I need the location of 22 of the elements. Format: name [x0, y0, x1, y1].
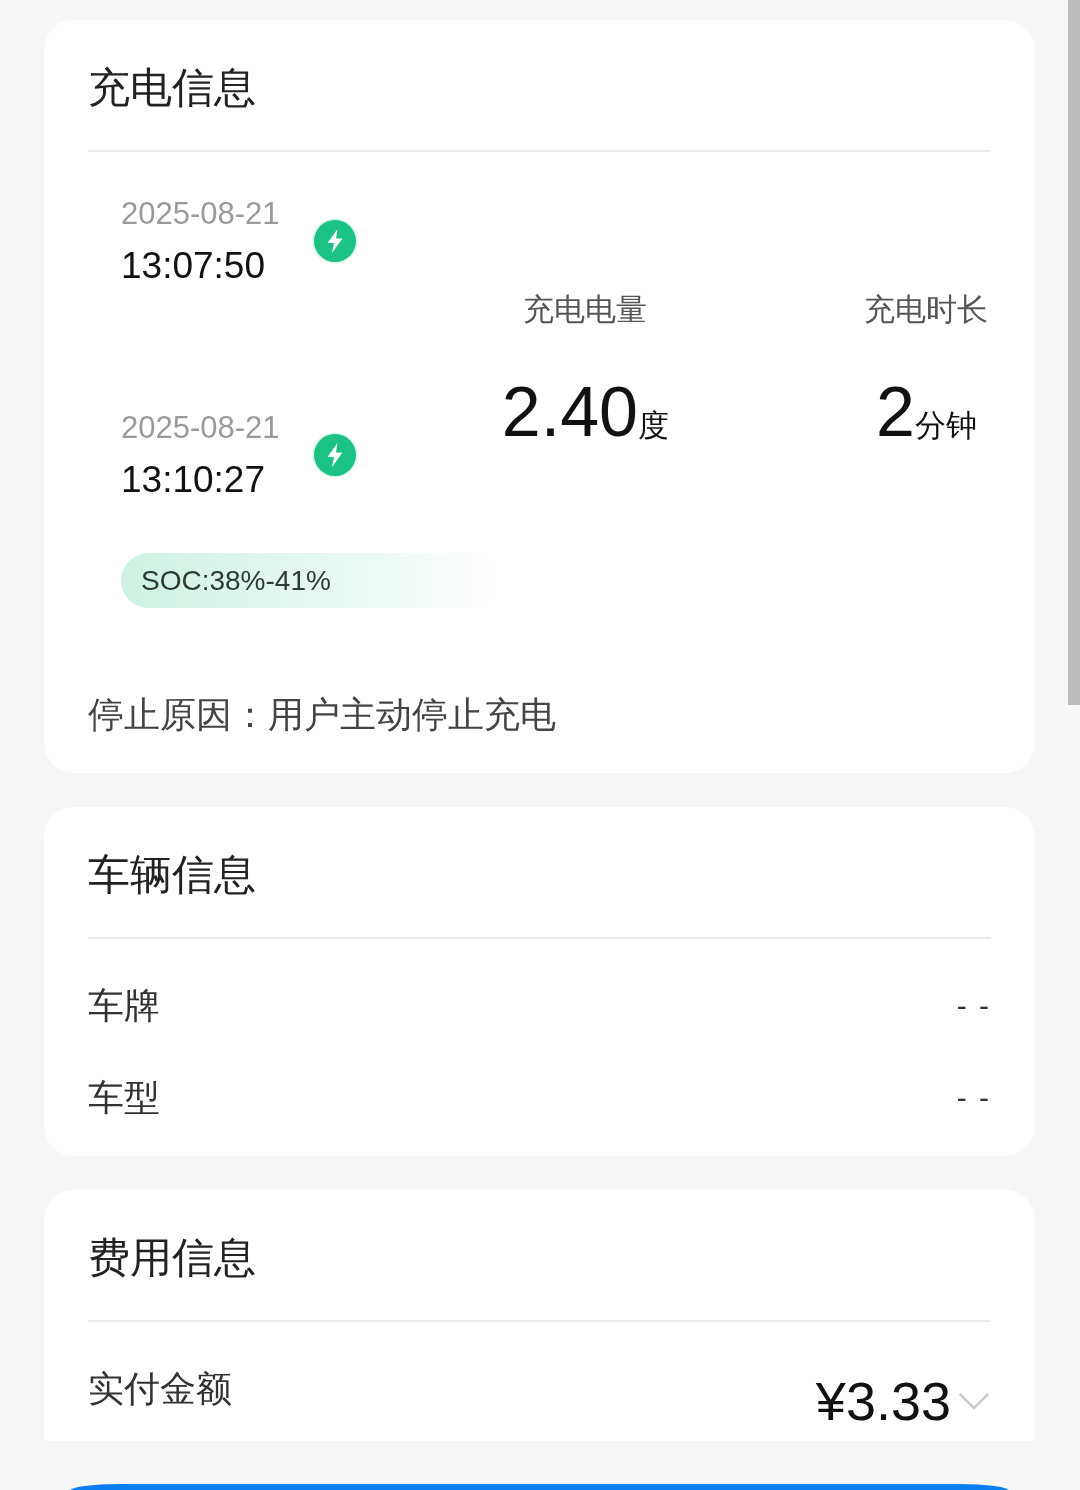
section-title: 费用信息: [88, 1233, 256, 1283]
chevron-down-icon[interactable]: [957, 1391, 991, 1411]
event-date: 2025-08-21: [121, 409, 281, 447]
field-label: 实付金额: [88, 1366, 232, 1411]
lightning-icon: [312, 432, 358, 478]
lightning-icon: [312, 218, 358, 264]
section-title: 车辆信息: [88, 850, 256, 900]
field-value: - -: [956, 989, 991, 1023]
stat-value: 2分钟: [875, 372, 977, 453]
amount-value: ¥3.33: [815, 1370, 951, 1432]
field-value: - -: [956, 1081, 991, 1115]
event-time: 13:07:50: [121, 244, 267, 288]
stat-label: 充电电量: [523, 291, 648, 329]
section-title: 充电信息: [88, 63, 256, 113]
event-time: 13:10:27: [121, 458, 267, 502]
field-label: 车牌: [88, 983, 160, 1028]
event-date: 2025-08-21: [121, 195, 281, 233]
stop-reason: 停止原因：用户主动停止充电: [88, 693, 556, 737]
stat-label: 充电时长: [864, 291, 989, 329]
stat-value: 2.40度: [501, 372, 670, 453]
field-label: 车型: [88, 1075, 160, 1120]
scrollbar-thumb[interactable]: [1068, 0, 1080, 705]
